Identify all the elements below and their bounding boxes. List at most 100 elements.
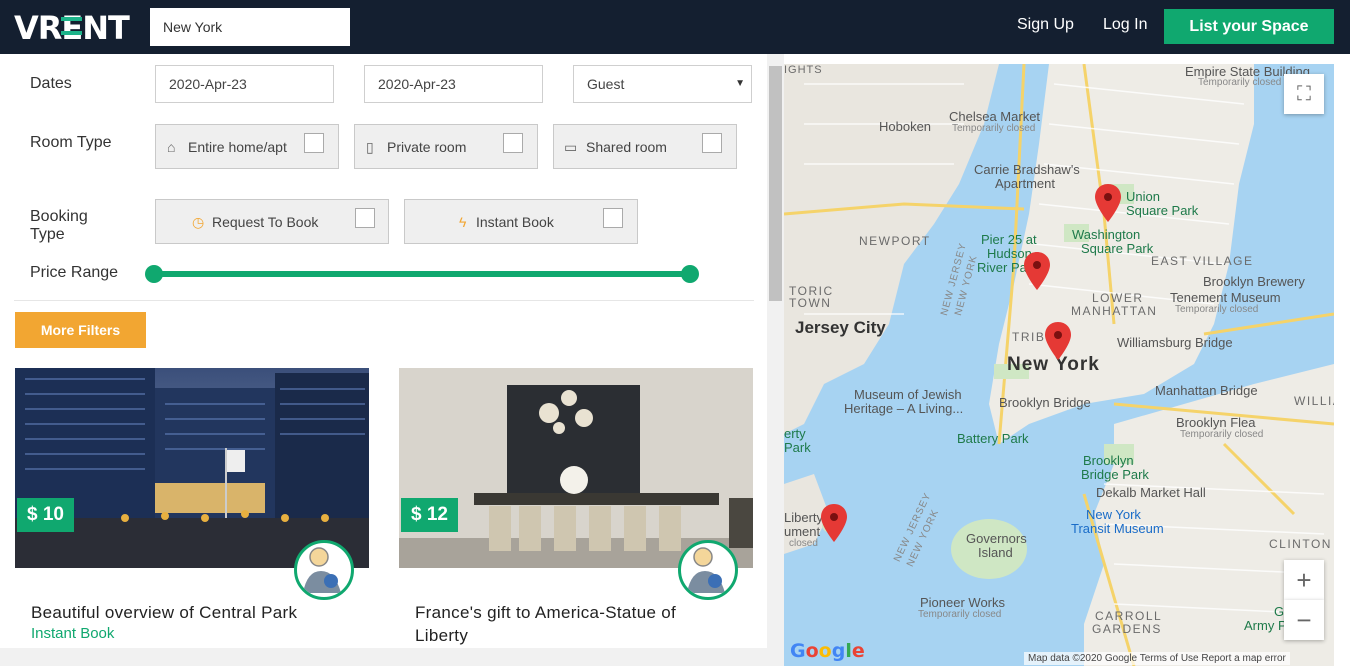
lightning-icon: ϟ: [459, 214, 467, 230]
map-label: Chelsea Market: [949, 109, 1041, 124]
logo[interactable]: VRENT: [14, 9, 130, 47]
map-label: TOWN: [789, 296, 832, 310]
map-label: Governors: [966, 531, 1027, 546]
vertical-scroll-thumb[interactable]: [769, 66, 782, 301]
top-nav: VRENT Sign Up Log In List your Space: [0, 0, 1350, 54]
booking-request-label: Request To Book: [212, 214, 319, 230]
listing-photo[interactable]: $ 12: [399, 368, 753, 568]
map-label: Park: [784, 440, 811, 455]
map-label: Brooklyn: [1083, 453, 1134, 468]
room-type-entire-label: Entire home/apt: [188, 139, 287, 155]
booking-instant-label: Instant Book: [476, 214, 554, 230]
map-label: ument: [784, 524, 821, 539]
room-type-private-label: Private room: [387, 139, 467, 155]
vertical-scrollbar[interactable]: [767, 54, 784, 666]
checkin-date-field[interactable]: 2020-Apr-23: [155, 65, 334, 103]
dropdown-arrow-icon: ▼: [735, 78, 745, 89]
map-label: Battery Park: [957, 431, 1029, 446]
sofa-icon: ▭: [564, 139, 578, 155]
map-label: MANHATTAN: [1071, 304, 1158, 318]
host-avatar[interactable]: [294, 540, 354, 600]
google-logo: Google: [790, 640, 865, 662]
map-label: Temporarily closed: [1180, 429, 1264, 440]
price-range-min-handle[interactable]: [145, 265, 163, 283]
map-label: Washington: [1072, 227, 1141, 242]
horizontal-scrollbar[interactable]: [0, 648, 767, 666]
booking-instant-checkbox[interactable]: [603, 208, 623, 228]
map-marker-pin[interactable]: [821, 504, 847, 542]
map-label: CLINTON: [1269, 537, 1332, 551]
map-label: Jersey City: [795, 318, 886, 337]
price-range-track[interactable]: [154, 271, 690, 277]
map-view[interactable]: IGHTS Hoboken Chelsea Market Temporarily…: [784, 64, 1334, 666]
map-label: Brooklyn Brewery: [1203, 274, 1305, 289]
clock-icon: ◷: [192, 214, 205, 230]
list-your-space-button[interactable]: List your Space: [1164, 9, 1334, 44]
listing-photo[interactable]: $ 10: [15, 368, 369, 568]
map-label: Pioneer Works: [920, 595, 1006, 610]
room-type-shared-label: Shared room: [586, 139, 667, 155]
map-label: Temporarily closed: [1198, 77, 1282, 88]
guest-select[interactable]: Guest ▼: [573, 65, 752, 103]
door-icon: ▯: [366, 139, 374, 155]
price-range-max-handle[interactable]: [681, 265, 699, 283]
booking-type-label-line1: Booking: [30, 208, 88, 225]
logo-text-left: VR: [14, 9, 62, 47]
listing-card[interactable]: $ 12 France's gift to America-Statue of …: [399, 368, 753, 645]
booking-type-label: Booking Type: [30, 208, 88, 244]
more-filters-button[interactable]: More Filters: [15, 312, 146, 348]
instant-book-tag: Instant Book: [31, 625, 115, 642]
map-marker-pin[interactable]: [1045, 322, 1071, 360]
home-icon: ⌂: [167, 139, 176, 155]
map-label: Manhattan Bridge: [1155, 383, 1258, 398]
logo-text-right: NT: [82, 9, 130, 47]
map-marker-pin[interactable]: [1095, 184, 1121, 222]
map-label: LOWER: [1092, 291, 1144, 305]
zoom-in-button[interactable]: +: [1284, 560, 1324, 600]
dates-label: Dates: [30, 75, 72, 92]
price-badge: $ 10: [17, 498, 74, 532]
checkout-date-field[interactable]: 2020-Apr-23: [364, 65, 543, 103]
room-type-entire[interactable]: ⌂ Entire home/apt: [155, 124, 339, 169]
map-label: IGHTS: [784, 64, 823, 76]
booking-type-label-line2: Type: [30, 226, 65, 243]
listing-title[interactable]: Beautiful overview of Central Park: [31, 601, 331, 624]
map-label: Square Park: [1126, 203, 1199, 218]
map-label: CARROLL: [1095, 609, 1163, 623]
map-label: Museum of Jewish: [854, 387, 962, 402]
booking-request[interactable]: ◷ Request To Book: [155, 199, 389, 244]
map-label: Apartment: [995, 176, 1055, 191]
signup-link[interactable]: Sign Up: [1017, 16, 1074, 34]
host-avatar[interactable]: [678, 540, 738, 600]
room-type-shared-checkbox[interactable]: [702, 133, 722, 153]
location-search-input[interactable]: [150, 8, 350, 46]
zoom-out-button[interactable]: −: [1284, 600, 1324, 640]
hotel-photo: [15, 368, 369, 568]
login-link[interactable]: Log In: [1103, 16, 1147, 34]
map-label: Heritage – A Living...: [844, 401, 964, 416]
booking-request-checkbox[interactable]: [355, 208, 375, 228]
map-label: Brooklyn Bridge: [999, 395, 1091, 410]
listing-title[interactable]: France's gift to America-Statue of Liber…: [415, 601, 715, 647]
room-type-private-checkbox[interactable]: [503, 133, 523, 153]
map-label: Brooklyn Flea: [1176, 415, 1256, 430]
listing-card[interactable]: $ 10 Beautiful overview of Central Park …: [15, 368, 369, 642]
map-attribution[interactable]: Map data ©2020 Google Terms of Use Repor…: [1024, 652, 1290, 665]
map-label: Carrie Bradshaw's: [974, 162, 1080, 177]
map-label: TRIB: [1012, 330, 1046, 344]
map-label: Bridge Park: [1081, 467, 1149, 482]
room-type-entire-checkbox[interactable]: [304, 133, 324, 153]
price-range-label: Price Range: [30, 264, 119, 281]
room-type-shared[interactable]: ▭ Shared room: [553, 124, 737, 169]
map-label: Liberty: [784, 510, 824, 525]
map-label: Temporarily closed: [952, 123, 1036, 134]
map-label: WILLIA: [1294, 394, 1334, 408]
booking-instant[interactable]: ϟ Instant Book: [404, 199, 638, 244]
map-label: Williamsburg Bridge: [1117, 335, 1233, 350]
map-label: Hoboken: [879, 119, 932, 134]
map-marker-pin[interactable]: [1024, 252, 1050, 290]
fullscreen-icon[interactable]: ⛶: [1284, 74, 1324, 114]
map-label: NEWPORT: [859, 234, 931, 248]
map-label: Pier 25 at: [981, 232, 1037, 247]
room-type-private[interactable]: ▯ Private room: [354, 124, 538, 169]
